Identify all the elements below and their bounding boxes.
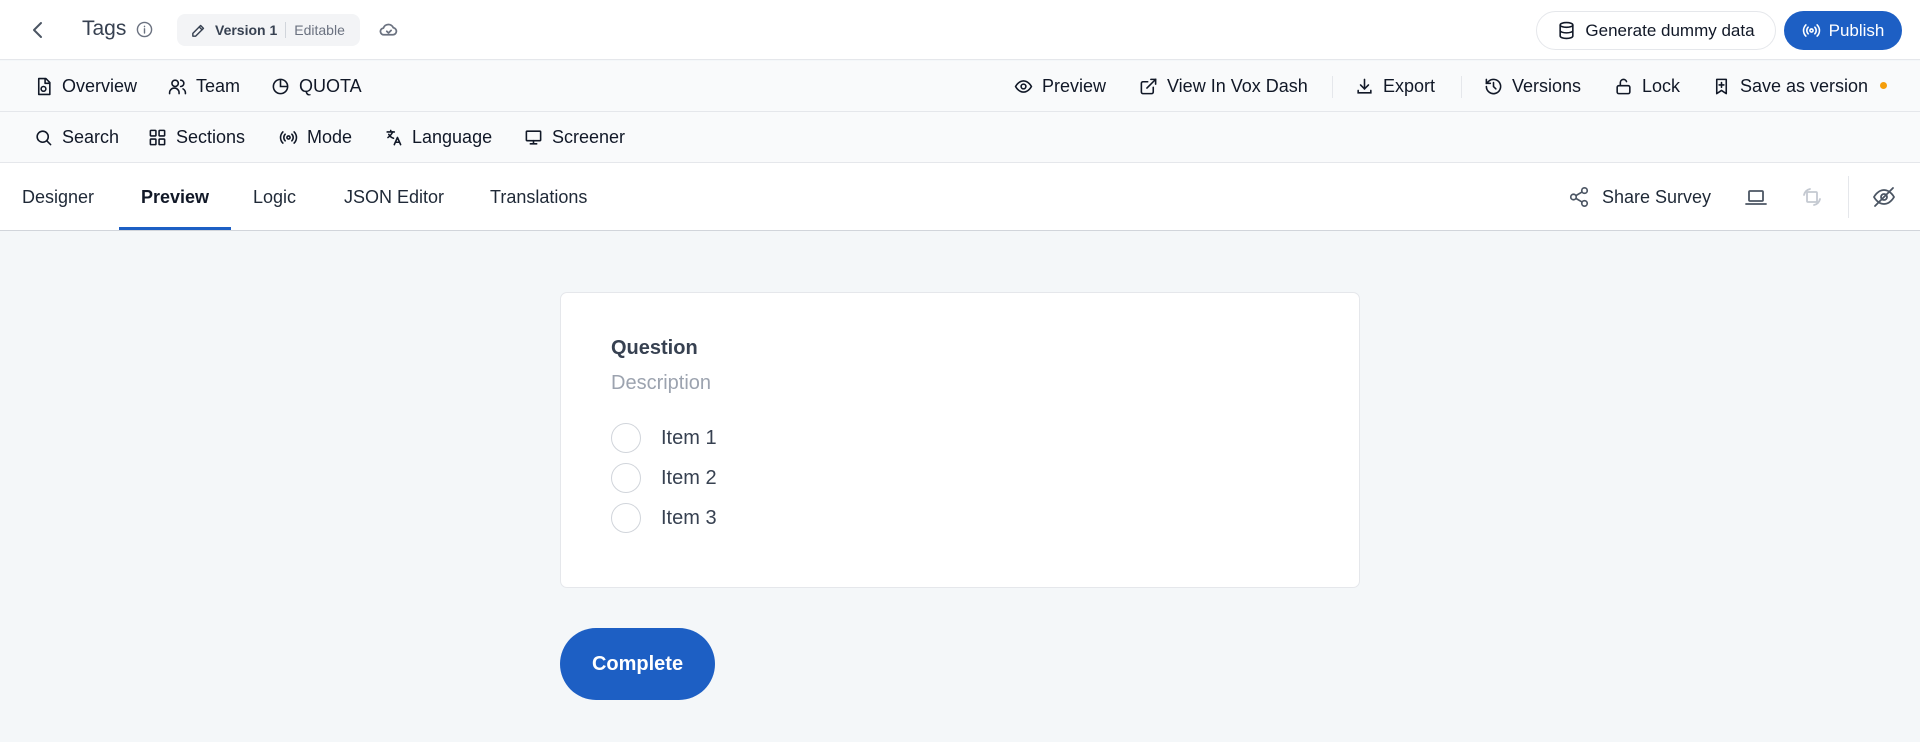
history-icon [1484,77,1503,96]
top-bar: Tags Version 1 Editable Generate dummy d… [0,0,1920,60]
unlock-icon [1614,77,1633,96]
toolbar-lock[interactable]: Lock [1614,61,1680,111]
question-description: Description [611,372,712,394]
toolbar-mode[interactable]: Mode [279,112,352,162]
radio-button[interactable] [611,423,641,453]
toolbar-view-in-vox-dash-label: View In Vox Dash [1167,75,1308,96]
active-tab-indicator [119,227,231,230]
toolbar-language[interactable]: Language [384,112,492,162]
toolbar-preview[interactable]: Preview [1014,61,1106,111]
share-survey-button[interactable]: Share Survey [1568,163,1711,231]
monitor-icon [524,128,543,147]
unsaved-indicator-dot [1880,82,1887,89]
users-icon [168,77,187,96]
share-icon [1568,186,1590,208]
version-name: Version 1 [215,22,278,38]
radio-option[interactable]: Item 3 [611,502,717,534]
toolbar-search-label: Search [62,126,120,147]
toolbar-overview[interactable]: Overview [34,61,137,111]
toolbar-language-label: Language [412,126,493,147]
toolbar-screener-label: Screener [552,126,626,147]
page-title: Tags [82,17,127,40]
toolbar-screener[interactable]: Screener [524,112,625,162]
question-title: Question [611,337,698,359]
toolbar-sections[interactable]: Sections [148,112,245,162]
complete-button[interactable]: Complete [560,628,715,700]
file-report-icon [34,77,53,96]
laptop-icon[interactable] [1744,185,1768,209]
toolbar-lock-label: Lock [1642,75,1681,96]
version-divider [285,22,287,38]
eye-icon [1014,77,1033,96]
external-link-icon [1139,77,1158,96]
radio-option-label: Item 2 [661,466,717,489]
tab-json-editor[interactable]: JSON Editor [344,163,444,231]
toolbar-save-as-version[interactable]: Save as version [1712,61,1868,111]
info-icon[interactable] [136,21,153,38]
toolbar-quota-label: QUOTA [299,75,362,96]
radio-button[interactable] [611,463,641,493]
eye-off-icon[interactable] [1872,185,1896,209]
toolbar-versions-label: Versions [1512,75,1582,96]
toolbar-preview-label: Preview [1042,75,1107,96]
toolbar-view-in-vox-dash[interactable]: View In Vox Dash [1139,61,1308,111]
toolbar-quota[interactable]: QUOTA [271,61,362,111]
broadcast-icon [279,128,298,147]
tab-designer[interactable]: Designer [22,163,94,231]
toolbar-mode-label: Mode [307,126,353,147]
pie-chart-icon [271,77,290,96]
rotate-device-icon[interactable] [1800,185,1824,209]
toolbar-sections-label: Sections [176,126,246,147]
radio-option[interactable]: Item 2 [611,462,717,494]
toolbar-search[interactable]: Search [34,112,119,162]
question-card: Question Description Item 1 Item 2 Item … [560,292,1360,588]
toolbar-divider [1461,76,1462,98]
radio-option-label: Item 1 [661,426,717,449]
tab-actions-divider [1848,176,1849,218]
broadcast-icon [1802,21,1821,40]
publish-button[interactable]: Publish [1784,11,1902,50]
share-survey-label: Share Survey [1602,186,1712,207]
toolbar-export[interactable]: Export [1355,61,1435,111]
back-arrow-icon[interactable] [26,18,50,42]
radio-option-label: Item 3 [661,506,717,529]
cloud-sync-icon[interactable] [378,19,399,40]
toolbar-team-label: Team [196,75,241,96]
toolbar-team[interactable]: Team [168,61,240,111]
bookmark-plus-icon [1712,77,1731,96]
publish-label: Publish [1828,20,1885,40]
tab-preview[interactable]: Preview [141,163,209,231]
secondary-toolbar: Search Sections Mode Language Screener [0,112,1920,163]
grid-icon [148,128,167,147]
generate-dummy-data-label: Generate dummy data [1585,20,1755,40]
version-state: Editable [294,22,345,38]
toolbar-save-as-version-label: Save as version [1740,75,1869,96]
version-selector[interactable]: Version 1 Editable [177,14,360,46]
database-icon [1557,21,1576,40]
tab-logic[interactable]: Logic [253,163,296,231]
toolbar-export-label: Export [1383,75,1436,96]
radio-button[interactable] [611,503,641,533]
pencil-icon [190,22,207,39]
radio-option[interactable]: Item 1 [611,422,717,454]
search-icon [34,128,53,147]
toolbar-overview-label: Overview [62,75,138,96]
toolbar-divider [1332,76,1333,98]
toolbar-versions[interactable]: Versions [1484,61,1581,111]
generate-dummy-data-button[interactable]: Generate dummy data [1536,11,1776,50]
translate-icon [384,128,403,147]
tab-translations[interactable]: Translations [490,163,587,231]
primary-toolbar: Overview Team QUOTA Preview View In Vox … [0,61,1920,112]
download-icon [1355,77,1374,96]
